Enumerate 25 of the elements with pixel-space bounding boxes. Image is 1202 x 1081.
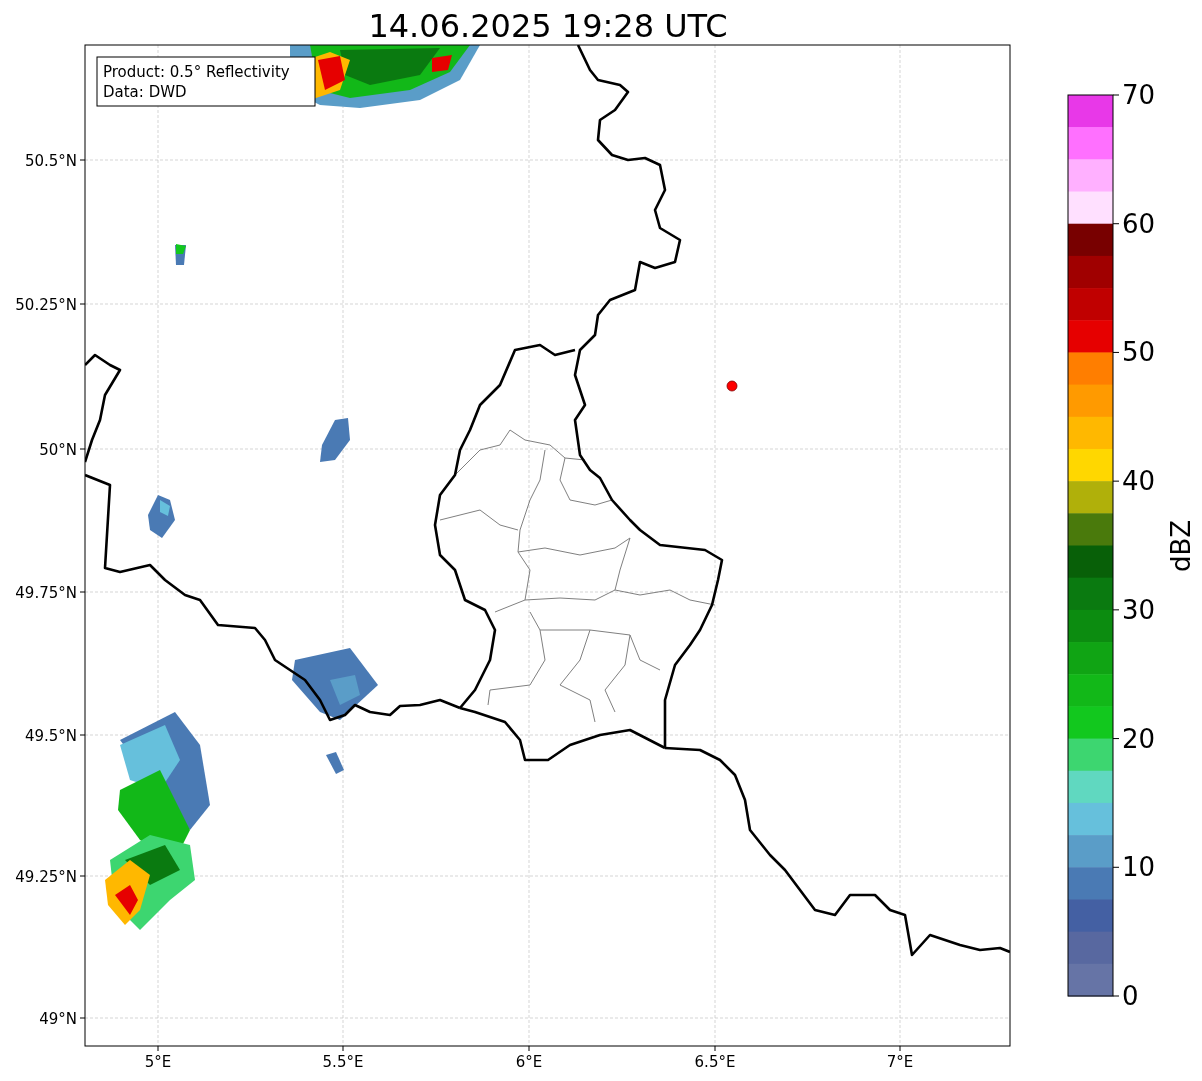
axis-tick-label: 7°E: [886, 1053, 914, 1071]
colorbar-tick-label: 60: [1122, 208, 1156, 239]
axis-tick-label: 50°N: [39, 441, 77, 459]
colorbar-label: dBZ: [1166, 519, 1196, 573]
colorbar-tick-label: 50: [1122, 337, 1156, 368]
colorbar-tick-label: 20: [1122, 723, 1156, 754]
colorbar-tick-label: 70: [1122, 80, 1156, 110]
axis-tick-label: 49.5°N: [24, 727, 77, 745]
axis-tick-label: 49.75°N: [15, 584, 77, 602]
axis-tick-label: 49.25°N: [15, 868, 77, 886]
info-text: Data: DWD: [103, 83, 187, 101]
axis-tick-label: 49°N: [39, 1010, 77, 1028]
axis-tick-label: 50.25°N: [15, 296, 77, 314]
axis-tick-label: 5.5°E: [322, 1053, 364, 1071]
axis-tick-label: 50.5°N: [24, 152, 77, 170]
colorbar-tick-label: 10: [1122, 852, 1156, 883]
colorbar-tick-label: 0: [1122, 981, 1139, 1011]
axis-tick-label: 6.5°E: [694, 1053, 736, 1071]
colorbar-tick-label: 30: [1122, 594, 1156, 625]
info-text: Product: 0.5° Reflectivity: [103, 63, 290, 81]
axis-tick-label: 5°E: [144, 1053, 172, 1071]
radar-site-icon: [726, 380, 738, 392]
figure-title: 14.06.2025 19:28 UTC: [368, 7, 728, 45]
axis-tick-label: 6°E: [515, 1053, 543, 1071]
colorbar-tick-label: 40: [1122, 466, 1156, 497]
